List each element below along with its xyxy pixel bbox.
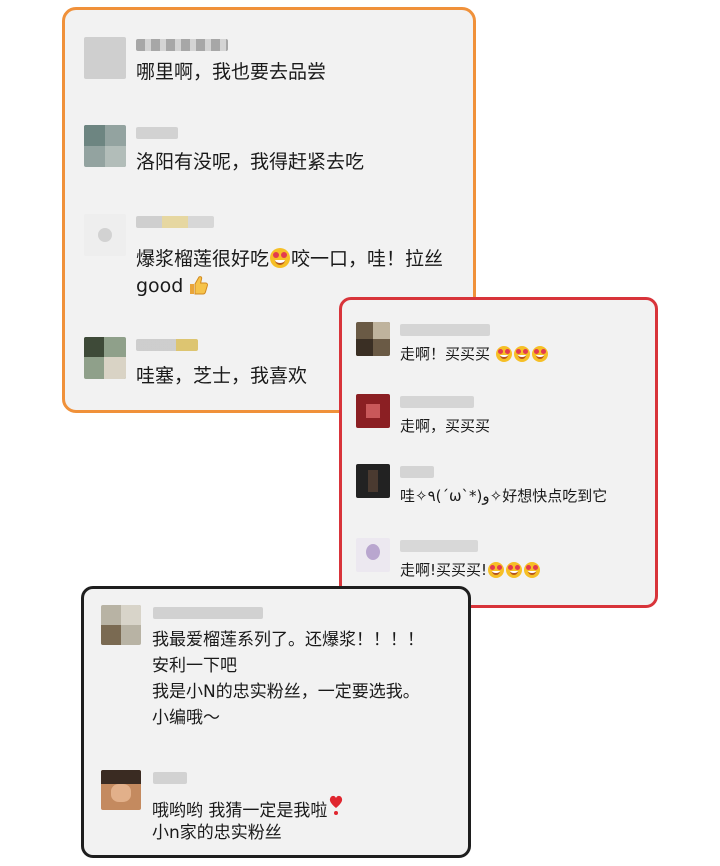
avatar [356, 464, 390, 498]
blurred-username [136, 216, 214, 228]
comment-item: 爆浆榴莲很好吃 咬一口，哇！拉丝 good [84, 214, 473, 304]
blurred-username [136, 339, 198, 351]
star-struck-emoji [531, 346, 548, 362]
comment-text: 哪里啊，我也要去品尝 [136, 61, 327, 83]
thumbs-up-icon [187, 274, 209, 304]
comment-text: 洛阳有没呢，我得赶紧去吃 [136, 151, 365, 173]
blurred-username [136, 39, 228, 51]
avatar [101, 770, 141, 810]
comment-card-red: 走啊！买买买 走啊，买买买 哇✧٩(ˊωˋ*)و✧好想快点吃到它 走啊!买买买! [339, 297, 658, 608]
blurred-username [153, 772, 187, 784]
comment-text: good [136, 273, 209, 304]
red-heart-exclamation-icon [329, 794, 343, 824]
star-struck-emoji [495, 346, 512, 362]
blurred-username [400, 540, 478, 552]
comment-card-black: 我最爱榴莲系列了。还爆浆！！！！ 安利一下吧 我是小N的忠实粉丝，一定要选我。 … [81, 586, 471, 858]
comment-item: 哪里啊，我也要去品尝 [84, 37, 464, 97]
avatar [84, 125, 126, 167]
comment-text: 小n家的忠实粉丝 [152, 823, 282, 843]
star-struck-emoji [488, 562, 505, 578]
comment-text: 哇✧٩(ˊωˋ*)و✧好想快点吃到它 [400, 487, 608, 505]
blurred-username [400, 396, 474, 408]
star-struck-emoji [513, 346, 530, 362]
avatar [356, 322, 390, 356]
avatar [84, 37, 126, 79]
avatar [84, 214, 126, 256]
comment-item: 哦哟哟 我猜一定是我啦 小n家的忠实粉丝 [101, 770, 461, 850]
comment-item: 哇✧٩(ˊωˋ*)و✧好想快点吃到它 [356, 464, 646, 512]
avatar [101, 605, 141, 645]
comment-item: 走啊！买买买 [356, 322, 646, 370]
blurred-username [136, 127, 178, 139]
comment-text: 爆浆榴莲很好吃 咬一口，哇！拉丝 [136, 248, 444, 270]
comment-text: 走啊，买买买 [400, 417, 491, 435]
comment-text: 安利一下吧 [152, 656, 237, 676]
blurred-username [400, 324, 490, 336]
blurred-username [400, 466, 434, 478]
avatar [356, 394, 390, 428]
star-struck-emoji [506, 562, 523, 578]
comment-item: 洛阳有没呢，我得赶紧去吃 [84, 125, 464, 185]
avatar [356, 538, 390, 572]
comment-item: 走啊!买买买! [356, 538, 646, 586]
star-struck-emoji [270, 248, 291, 268]
comment-item: 我最爱榴莲系列了。还爆浆！！！！ 安利一下吧 我是小N的忠实粉丝，一定要选我。 … [101, 605, 461, 735]
comment-text: 哇塞，芝士，我喜欢 [136, 365, 308, 387]
avatar [84, 337, 126, 379]
blurred-username [153, 607, 263, 619]
comment-text: 我是小N的忠实粉丝，一定要选我。 [152, 682, 420, 702]
comment-text: 走啊!买买买! [400, 560, 541, 580]
comment-text: 走啊！买买买 [400, 344, 549, 364]
star-struck-emoji [524, 562, 541, 578]
comment-item: 走啊，买买买 [356, 394, 646, 442]
comment-text: 小编哦～ [152, 708, 220, 728]
comment-text: 我最爱榴莲系列了。还爆浆！！！！ [152, 630, 424, 650]
